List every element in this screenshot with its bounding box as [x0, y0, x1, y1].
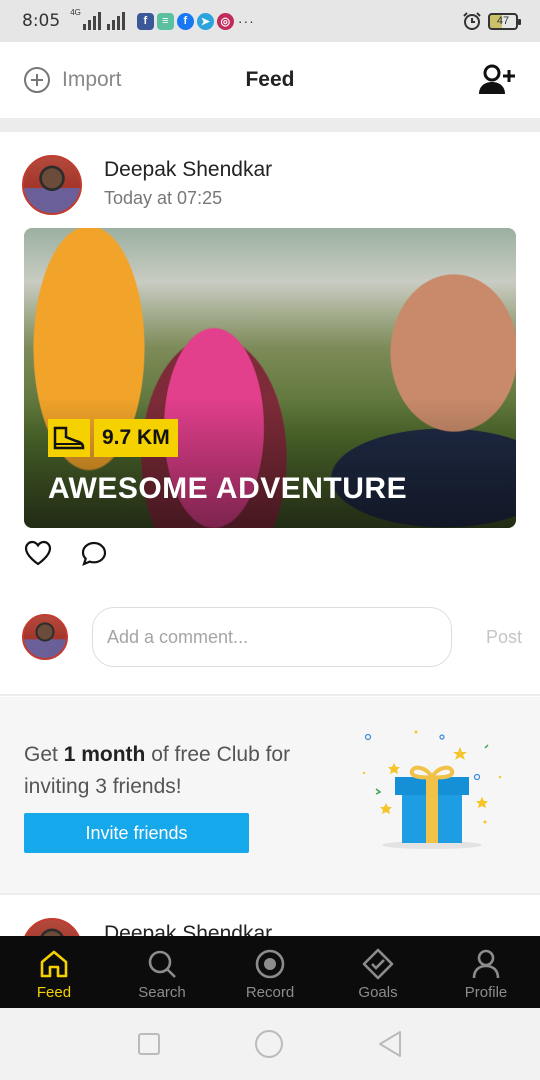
- alarm-icon: [463, 12, 481, 30]
- post-comment-button[interactable]: Post: [486, 627, 522, 648]
- import-label: Import: [62, 68, 122, 91]
- home-icon: [40, 950, 68, 978]
- nav-profile-label: Profile: [464, 984, 508, 1001]
- more-notifications-icon: ···: [237, 13, 255, 29]
- add-circle-icon: [24, 67, 50, 93]
- shoe-icon: [48, 419, 90, 457]
- facebook-icon: f: [136, 12, 154, 30]
- distance-badge: 9.7 KM: [48, 419, 178, 457]
- battery-icon: 47: [488, 12, 521, 30]
- home-button-icon[interactable]: [254, 1029, 284, 1059]
- post-header: Deepak Shendkar Today at 07:25: [22, 155, 272, 215]
- nav-search[interactable]: Search: [108, 936, 216, 1008]
- nav-record[interactable]: Record: [216, 936, 324, 1008]
- post-timestamp: Today at 07:25: [104, 188, 223, 208]
- nav-feed[interactable]: Feed: [0, 936, 108, 1008]
- commenter-avatar: [22, 614, 68, 660]
- network-type-label: 4G: [70, 8, 81, 17]
- record-icon: [255, 949, 285, 979]
- section-separator: [0, 118, 540, 132]
- import-button[interactable]: Import: [24, 67, 122, 93]
- profile-icon: [472, 949, 500, 979]
- top-header: Import Feed: [0, 42, 540, 118]
- invite-text-bold: 1 month: [63, 743, 146, 766]
- notification-icons: f ≡ f ➤ ◎: [136, 12, 234, 30]
- nav-feed-label: Feed: [36, 984, 72, 1001]
- telegram-icon: ➤: [196, 12, 214, 30]
- app-icon: ◎: [216, 12, 234, 30]
- post-author-name[interactable]: Deepak Shendkar: [104, 158, 272, 182]
- nav-record-label: Record: [245, 984, 295, 1001]
- activity-photo[interactable]: 9.7 KM AWESOME ADVENTURE: [24, 228, 516, 528]
- gift-icon: [362, 730, 502, 849]
- heart-icon[interactable]: [24, 540, 52, 566]
- status-bar: 8:05 4G f ≡ f ➤ ◎ ··· 47: [0, 0, 540, 42]
- system-navigation-bar: [0, 1008, 540, 1080]
- status-time: 8:05: [22, 11, 61, 31]
- divider: [0, 694, 540, 696]
- activity-title: AWESOME ADVENTURE: [48, 472, 408, 505]
- goals-badge-icon: [362, 948, 394, 980]
- post-actions: [24, 540, 108, 566]
- signal-icon-2: [106, 12, 125, 30]
- divider-2: [0, 893, 540, 895]
- messages-icon: ≡: [156, 12, 174, 30]
- distance-value: 9.7 KM: [94, 419, 178, 457]
- nav-profile[interactable]: Profile: [432, 936, 540, 1008]
- signal-icon: [82, 12, 101, 30]
- nav-goals-label: Goals: [358, 984, 398, 1001]
- invite-text: Get 1 month of free Club for inviting 3 …: [24, 743, 291, 798]
- bottom-navigation: Feed Search Record Goals Profile: [0, 936, 540, 1008]
- comment-input[interactable]: [92, 607, 452, 667]
- nav-goals[interactable]: Goals: [324, 936, 432, 1008]
- back-icon[interactable]: [377, 1030, 403, 1058]
- add-friend-button[interactable]: [478, 64, 516, 96]
- comment-icon[interactable]: [80, 540, 108, 566]
- comment-row: Post: [22, 607, 522, 667]
- add-user-icon: [479, 64, 515, 94]
- photo-gradient-overlay: [24, 398, 516, 528]
- invite-friends-button[interactable]: Invite friends: [24, 813, 249, 853]
- facebook-icon-2: f: [176, 12, 194, 30]
- invite-card: Get 1 month of free Club for inviting 3 …: [0, 697, 540, 893]
- recent-apps-icon[interactable]: [137, 1032, 161, 1056]
- nav-search-label: Search: [138, 984, 186, 1001]
- search-icon: [148, 950, 176, 978]
- avatar[interactable]: [22, 155, 82, 215]
